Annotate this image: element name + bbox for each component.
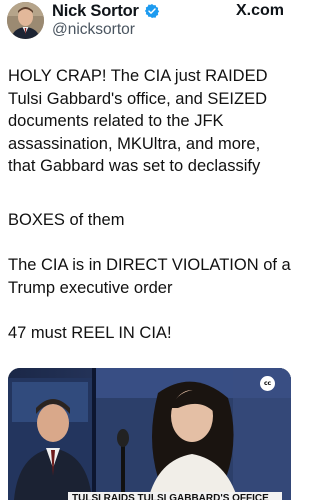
tweet-line: assassination, MKUltra, and more,	[8, 134, 261, 153]
x-logo-text: X.com	[235, 2, 284, 19]
video-still	[8, 368, 291, 500]
tweet-line: 47 must REEL IN CIA!	[8, 324, 172, 342]
tweet-header: Nick Sortor @nicksortor X.com	[0, 0, 293, 46]
author-handle[interactable]: @nicksortor	[52, 21, 135, 39]
tweet-line: that Gabbard was set to declassify	[8, 157, 261, 175]
closed-captions-icon[interactable]: cc	[260, 376, 275, 391]
tweet-media-video[interactable]: cc TULSI RAIDS TULSI GABBARD'S OFFICE	[8, 368, 291, 500]
tweet-line: BOXES of them	[8, 211, 125, 229]
tweet-line: Tulsi Gabbard's office, and SEIZED	[8, 89, 268, 108]
tweet-line: The CIA is in DIRECT VIOLATION of a	[8, 256, 291, 274]
tweet-line: Trump executive order	[8, 278, 173, 297]
avatar[interactable]	[7, 2, 44, 39]
tweet-line: HOLY CRAP! The CIA just RAIDED	[8, 67, 268, 85]
author-name-row: Nick Sortor	[52, 1, 160, 21]
news-chyron: TULSI RAIDS TULSI GABBARD'S OFFICE	[68, 492, 282, 500]
tweet-paragraph-2: BOXES of them	[8, 209, 124, 232]
verified-badge-icon	[144, 3, 160, 19]
author-display-name[interactable]: Nick Sortor	[52, 2, 139, 21]
tweet-paragraph-3: The CIA is in DIRECT VIOLATION of a Trum…	[8, 254, 291, 299]
tweet-paragraph-1: HOLY CRAP! The CIA just RAIDED Tulsi Gab…	[8, 65, 268, 178]
source-label: X.com	[236, 2, 284, 20]
tweet-paragraph-4: 47 must REEL IN CIA!	[8, 322, 172, 345]
tweet-line: documents related to the JFK	[8, 112, 224, 130]
